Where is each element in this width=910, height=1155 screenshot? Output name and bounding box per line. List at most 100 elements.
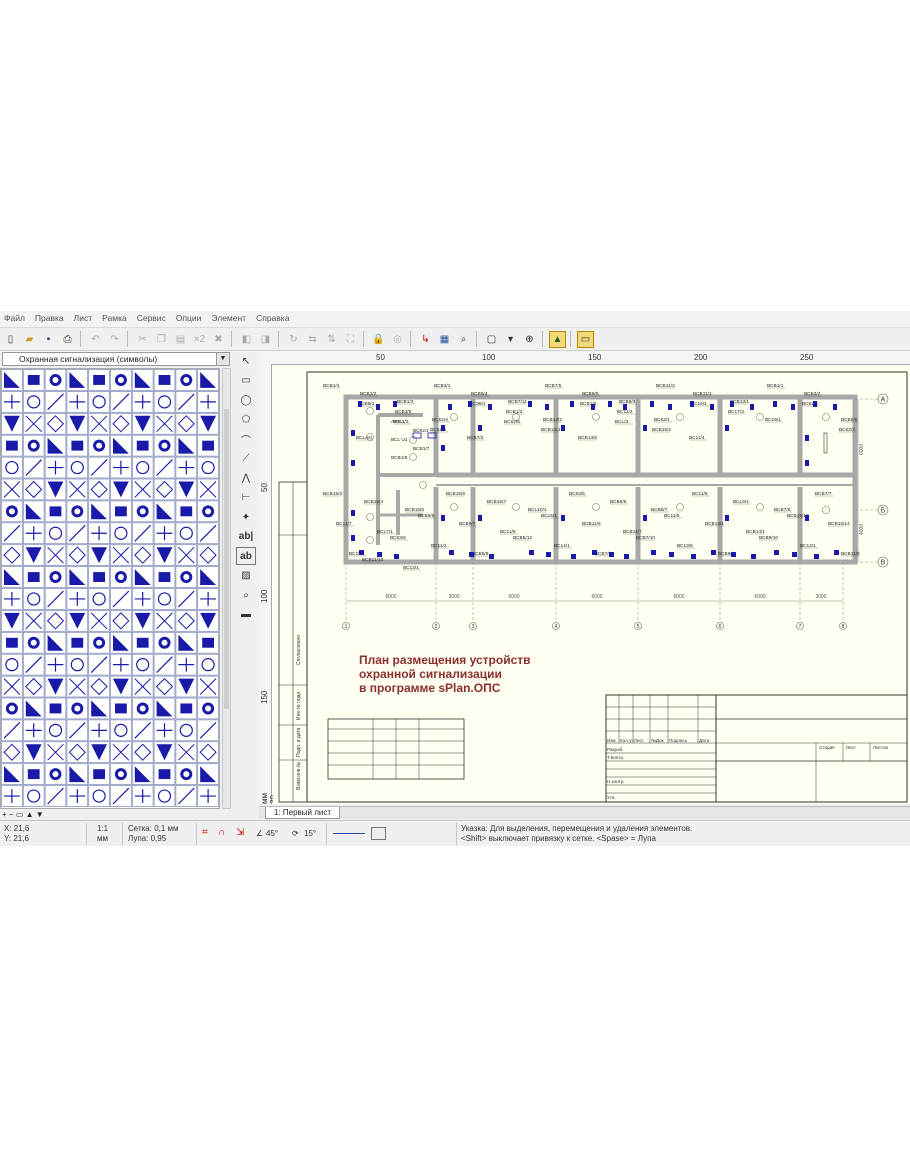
- palette-symbol-icon[interactable]: [110, 434, 132, 457]
- palette-symbol-icon[interactable]: [66, 675, 89, 698]
- palette-symbol-icon[interactable]: [1, 785, 23, 807]
- palette-symbol-icon[interactable]: [197, 785, 219, 807]
- duplicate-icon[interactable]: ×2: [191, 331, 208, 348]
- palette-symbol-icon[interactable]: [131, 391, 154, 413]
- palette-symbol-icon[interactable]: [1, 566, 23, 588]
- palette-symbol-icon[interactable]: [1, 544, 23, 566]
- magnifier-tool-icon[interactable]: ⌕: [236, 586, 256, 604]
- palette-symbol-icon[interactable]: [88, 763, 110, 785]
- palette-symbol-icon[interactable]: [22, 500, 45, 523]
- palette-symbol-icon[interactable]: [131, 434, 154, 457]
- palette-symbol-icon[interactable]: [44, 631, 67, 654]
- unlock-icon[interactable]: ◎: [389, 331, 406, 348]
- palette-symbol-icon[interactable]: [88, 588, 110, 610]
- palette-symbol-icon[interactable]: [44, 763, 67, 785]
- palette-symbol-icon[interactable]: [110, 719, 132, 742]
- palette-symbol-icon[interactable]: [66, 697, 89, 720]
- palette-symbol-icon[interactable]: [22, 763, 45, 785]
- polygon-tool-icon[interactable]: ⬠: [236, 411, 256, 429]
- palette-symbol-icon[interactable]: [110, 741, 132, 764]
- library-select[interactable]: Охранная сигнализация (символы) ▼: [2, 352, 230, 366]
- arrow-up-icon[interactable]: ▲: [26, 810, 34, 819]
- menu-frame[interactable]: Рамка: [98, 311, 133, 327]
- palette-symbol-icon[interactable]: [197, 544, 219, 566]
- palette-symbol-icon[interactable]: [66, 456, 89, 479]
- palette-symbol-icon[interactable]: [175, 544, 198, 566]
- group-icon[interactable]: ⛶: [342, 331, 359, 348]
- palette-symbol-icon[interactable]: [88, 544, 110, 566]
- palette-symbol-icon[interactable]: [1, 456, 23, 479]
- palette-symbol-icon[interactable]: [153, 588, 176, 610]
- palette-symbol-icon[interactable]: [197, 478, 219, 501]
- palette-symbol-icon[interactable]: [110, 456, 132, 479]
- palette-symbol-icon[interactable]: [197, 412, 219, 435]
- palette-symbol-icon[interactable]: [1, 741, 23, 764]
- palette-symbol-icon[interactable]: [88, 566, 110, 588]
- palette-symbol-icon[interactable]: [1, 391, 23, 413]
- palette-symbol-icon[interactable]: [22, 697, 45, 720]
- palette-symbol-icon[interactable]: [110, 369, 132, 391]
- palette-add-icon[interactable]: +: [2, 810, 7, 819]
- palette-symbol-icon[interactable]: [88, 741, 110, 764]
- palette-symbol-icon[interactable]: [110, 785, 132, 807]
- status-grid[interactable]: Сетка: 0,1 мм: [128, 824, 179, 834]
- palette-symbol-icon[interactable]: [1, 500, 23, 523]
- palette-symbol-icon[interactable]: [131, 719, 154, 742]
- palette-symbol-icon[interactable]: [197, 566, 219, 588]
- dropdown-icon[interactable]: ▾: [502, 331, 519, 348]
- menu-sheet[interactable]: Лист: [70, 311, 98, 327]
- palette-symbol-icon[interactable]: [66, 741, 89, 764]
- palette-symbol-icon[interactable]: [88, 697, 110, 720]
- palette-symbol-icon[interactable]: [197, 369, 219, 391]
- palette-symbol-icon[interactable]: [175, 369, 198, 391]
- palette-symbol-icon[interactable]: [153, 478, 176, 501]
- palette-symbol-icon[interactable]: [22, 741, 45, 764]
- open-folder-icon[interactable]: ▰: [21, 331, 38, 348]
- palette-symbol-icon[interactable]: [131, 412, 154, 435]
- palette-symbol-icon[interactable]: [66, 763, 89, 785]
- palette-symbol-icon[interactable]: [1, 763, 23, 785]
- palette-symbol-icon[interactable]: [175, 741, 198, 764]
- palette-symbol-icon[interactable]: [175, 456, 198, 479]
- palette-symbol-icon[interactable]: [175, 434, 198, 457]
- cut-icon[interactable]: ✂: [134, 331, 151, 348]
- palette-symbol-icon[interactable]: [22, 566, 45, 588]
- palette-symbol-icon[interactable]: [88, 369, 110, 391]
- palette-symbol-icon[interactable]: [197, 500, 219, 523]
- palette-symbol-icon[interactable]: [110, 588, 132, 610]
- palette-symbol-icon[interactable]: [88, 522, 110, 545]
- palette-symbol-icon[interactable]: [22, 653, 45, 676]
- junction-tool-icon[interactable]: ✦: [236, 508, 256, 526]
- palette-symbol-icon[interactable]: [153, 500, 176, 523]
- palette-symbol-icon[interactable]: [131, 741, 154, 764]
- palette-symbol-icon[interactable]: [110, 697, 132, 720]
- palette-symbol-icon[interactable]: [66, 500, 89, 523]
- delete-icon[interactable]: ✖: [210, 331, 227, 348]
- palette-symbol-icon[interactable]: [88, 675, 110, 698]
- bezier-tool-icon[interactable]: ⌒: [236, 430, 256, 448]
- palette-symbol-icon[interactable]: [44, 653, 67, 676]
- palette-symbol-icon[interactable]: [197, 522, 219, 545]
- palette-symbol-icon[interactable]: [153, 631, 176, 654]
- palette-symbol-icon[interactable]: [153, 785, 176, 807]
- palette-symbol-icon[interactable]: [110, 675, 132, 698]
- status-angle-2[interactable]: 15°: [304, 829, 316, 839]
- palette-symbol-icon[interactable]: [131, 456, 154, 479]
- palette-symbol-icon[interactable]: [88, 610, 110, 632]
- menu-element[interactable]: Элемент: [207, 311, 252, 327]
- palette-symbol-icon[interactable]: [153, 522, 176, 545]
- palette-symbol-icon[interactable]: [22, 391, 45, 413]
- palette-symbol-icon[interactable]: [110, 653, 132, 676]
- palette-symbol-icon[interactable]: [22, 434, 45, 457]
- palette-symbol-icon[interactable]: [66, 522, 89, 545]
- palette-symbol-icon[interactable]: [131, 588, 154, 610]
- palette-symbol-icon[interactable]: [175, 588, 198, 610]
- palette-symbol-icon[interactable]: [197, 741, 219, 764]
- menu-edit[interactable]: Правка: [31, 311, 70, 327]
- palette-symbol-icon[interactable]: [44, 588, 67, 610]
- symbol-palette[interactable]: [0, 368, 220, 809]
- palette-symbol-icon[interactable]: [44, 610, 67, 632]
- menu-help[interactable]: Справка: [252, 311, 295, 327]
- palette-symbol-icon[interactable]: [88, 412, 110, 435]
- palette-symbol-icon[interactable]: [44, 675, 67, 698]
